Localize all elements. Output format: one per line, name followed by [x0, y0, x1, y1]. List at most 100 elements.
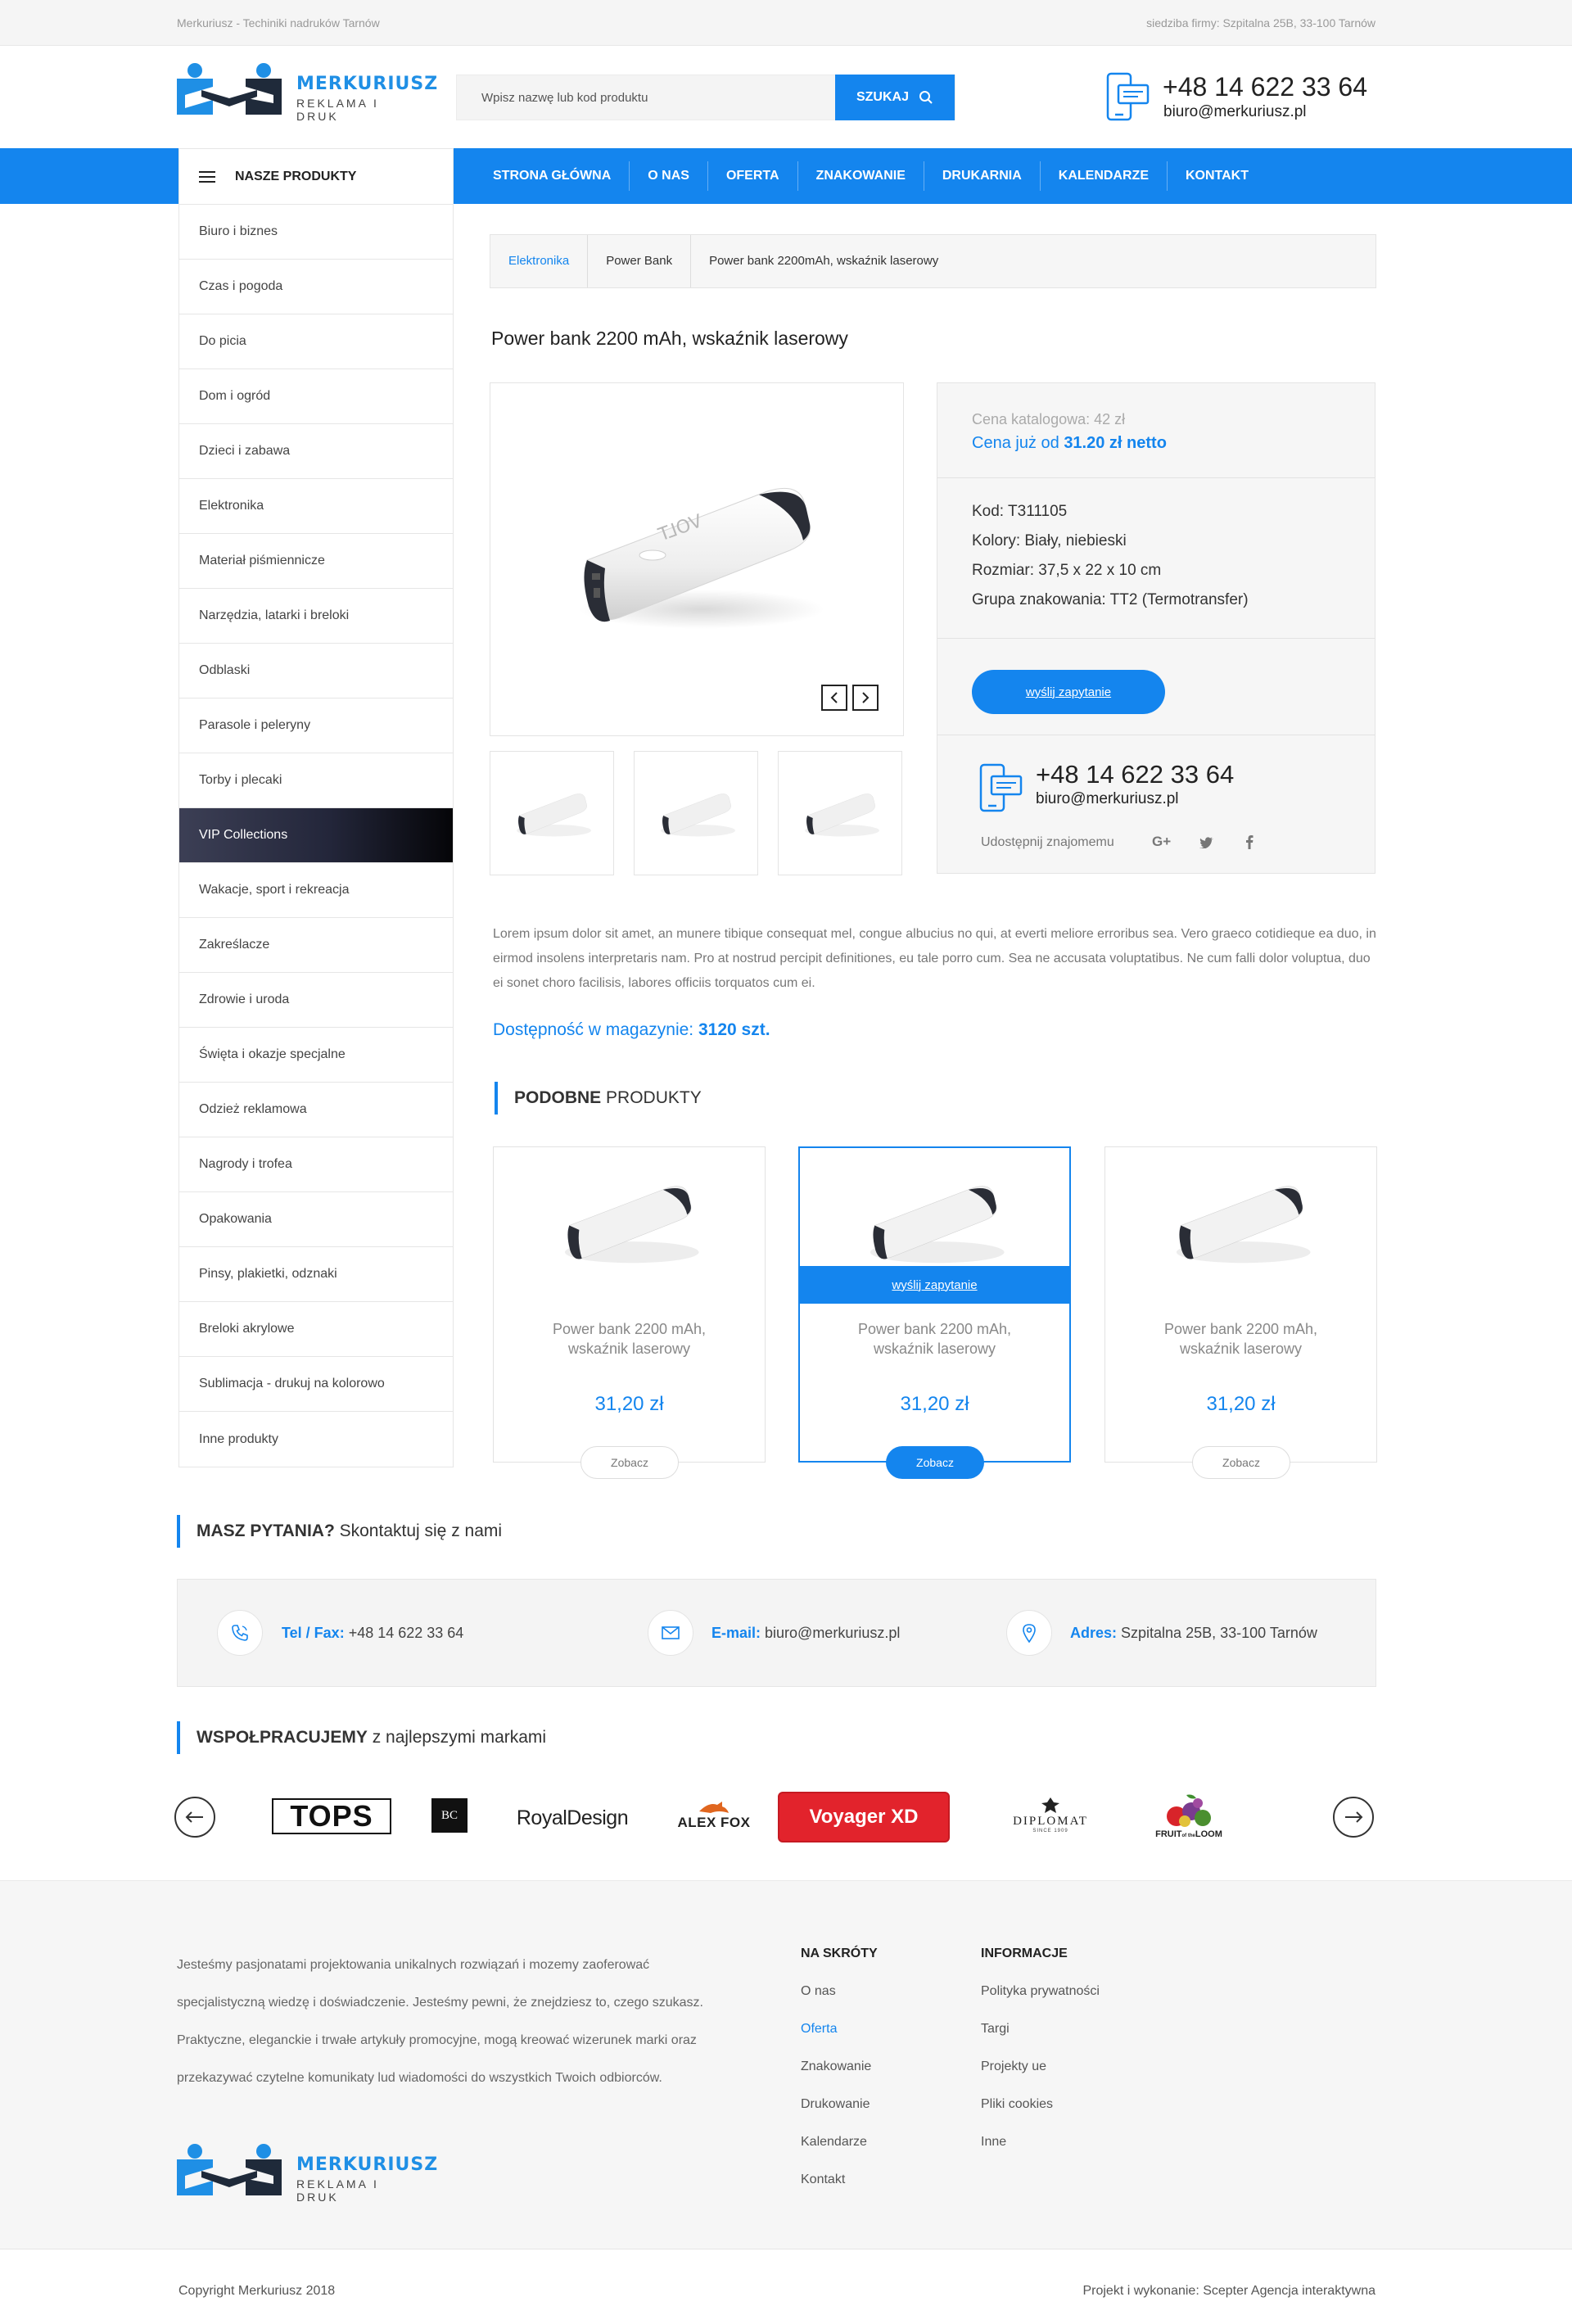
nav-item-marking[interactable]: ZNAKOWANIE: [798, 161, 924, 191]
gallery-next-button[interactable]: [852, 685, 879, 711]
footer-link[interactable]: Targi: [981, 2022, 1100, 2041]
view-product-button[interactable]: Zobacz: [886, 1446, 984, 1479]
sidebar-category-item[interactable]: VIP Collections: [179, 808, 453, 863]
footer-link[interactable]: Oferta: [801, 2022, 878, 2041]
sidebar-category-item[interactable]: Zakreślacze: [179, 918, 453, 973]
search-button[interactable]: SZUKAJ: [835, 75, 955, 120]
sidebar-category-item[interactable]: Czas i pogoda: [179, 260, 453, 314]
google-plus-icon[interactable]: G+: [1152, 834, 1171, 850]
gallery-thumbnail[interactable]: [778, 751, 902, 875]
twitter-icon[interactable]: [1199, 837, 1214, 848]
brands-next-button[interactable]: [1333, 1797, 1374, 1838]
mail-icon: [648, 1610, 693, 1656]
breadcrumb-item[interactable]: Elektronika: [490, 235, 589, 287]
similar-product-card[interactable]: Power bank 2200 mAh, wskaźnik laserowy 3…: [1104, 1146, 1377, 1463]
footer-link[interactable]: Znakowanie: [801, 2059, 878, 2079]
nav-item-home[interactable]: STRONA GŁÓWNA: [475, 161, 630, 191]
similar-products-heading: PODOBNE PRODUKTY: [495, 1082, 702, 1115]
nav-item-offer[interactable]: OFERTA: [708, 161, 798, 191]
footer: Jesteśmy pasjonatami projektowania unika…: [0, 1880, 1572, 2249]
footer-logo[interactable]: MERKURIUSZ REKLAMA I DRUK: [177, 2143, 437, 2204]
sidebar-category-item[interactable]: Opakowania: [179, 1192, 453, 1247]
gallery-prev-button[interactable]: [821, 685, 847, 711]
partners-heading-rest: z najlepszymi markami: [367, 1728, 547, 1747]
sidebar-category-item[interactable]: Biuro i biznes: [179, 205, 453, 260]
sidebar-category-item[interactable]: Odzież reklamowa: [179, 1083, 453, 1137]
contact-address: Adres: Szpitalna 25B, 33-100 Tarnów: [1070, 1625, 1317, 1642]
sidebar-category-item[interactable]: Torby i plecaki: [179, 753, 453, 808]
product-phone[interactable]: +48 14 622 33 64: [1036, 760, 1234, 789]
sidebar-category-item[interactable]: Sublimacja - drukuj na kolorowo: [179, 1357, 453, 1412]
sidebar-category-item[interactable]: Dzieci i zabawa: [179, 424, 453, 479]
power-bank-thumb-image: [661, 794, 735, 837]
breadcrumb-current: Power bank 2200mAh, wskaźnik laserowy: [709, 254, 939, 268]
sidebar-category-item[interactable]: Dom i ogród: [179, 369, 453, 424]
header-email[interactable]: biuro@merkuriusz.pl: [1163, 103, 1307, 121]
similar-heading-rest: PRODUKTY: [601, 1088, 702, 1107]
availability-value: 3120 szt.: [698, 1020, 770, 1039]
header-phone[interactable]: +48 14 622 33 64: [1163, 72, 1367, 102]
footer-link[interactable]: Kalendarze: [801, 2135, 878, 2154]
header-contact: +48 14 622 33 64 biuro@merkuriusz.pl: [1105, 70, 1384, 124]
fruit-bottom: LOOM: [1195, 1829, 1222, 1839]
footer-link[interactable]: Drukowanie: [801, 2097, 878, 2117]
top-bar: Merkuriusz - Techiniki nadruków Tarnów s…: [0, 0, 1572, 46]
similar-product-card[interactable]: wyślij zapytanie Power bank 2200 mAh, ws…: [798, 1146, 1071, 1463]
send-inquiry-button[interactable]: wyślij zapytanie: [972, 670, 1165, 714]
copyright-text: Copyright Merkuriusz 2018: [178, 2284, 336, 2298]
sidebar-category-item[interactable]: Inne produkty: [179, 1412, 453, 1467]
contact-tel-value[interactable]: +48 14 622 33 64: [345, 1625, 464, 1641]
sidebar-category-item[interactable]: Wakacje, sport i rekreacja: [179, 863, 453, 918]
footer-link[interactable]: Projekty ue: [981, 2059, 1100, 2079]
sidebar-category-item[interactable]: Parasole i peleryny: [179, 699, 453, 753]
view-product-button[interactable]: Zobacz: [1192, 1446, 1290, 1479]
breadcrumb-item[interactable]: Power Bank: [588, 235, 692, 287]
main-nav: STRONA GŁÓWNA O NAS OFERTA ZNAKOWANIE DR…: [475, 148, 1267, 204]
sidebar-category-item[interactable]: Zdrowie i uroda: [179, 973, 453, 1028]
footer-link[interactable]: Inne: [981, 2135, 1100, 2154]
location-pin-icon: [1006, 1610, 1052, 1656]
footer-about: Jesteśmy pasjonatami projektowania unika…: [177, 1958, 703, 2085]
sidebar-category-item[interactable]: Nagrody i trofea: [179, 1137, 453, 1192]
phone-icon: [217, 1610, 263, 1656]
sidebar-category-item[interactable]: Breloki akrylowe: [179, 1302, 453, 1357]
gallery-thumbnail[interactable]: [634, 751, 758, 875]
top-bar-tagline: Merkuriusz - Techiniki nadruków Tarnów: [177, 16, 380, 29]
similar-product-card[interactable]: Power bank 2200 mAh, wskaźnik laserowy 3…: [493, 1146, 766, 1463]
questions-heading-bold: MASZ PYTANIA?: [196, 1521, 335, 1540]
similar-product-name: Power bank 2200 mAh, wskaźnik laserowy: [857, 1321, 1012, 1357]
contact-email-value[interactable]: biuro@merkuriusz.pl: [761, 1625, 900, 1641]
facebook-icon[interactable]: [1245, 834, 1254, 849]
nav-item-calendars[interactable]: KALENDARZE: [1041, 161, 1168, 191]
search-input[interactable]: [457, 75, 837, 120]
footer-link[interactable]: Pliki cookies: [981, 2097, 1100, 2117]
availability-label: Dostępność w magazynie:: [493, 1020, 694, 1039]
contact-band: Tel / Fax: +48 14 622 33 64 E-mail: biur…: [177, 1579, 1376, 1687]
nav-item-printing[interactable]: DRUKARNIA: [924, 161, 1041, 191]
sidebar-category-item[interactable]: Elektronika: [179, 479, 453, 534]
footer-link[interactable]: Kontakt: [801, 2173, 878, 2192]
search-icon: [919, 91, 933, 104]
products-menu-label: NASZE PRODUKTY: [235, 169, 357, 183]
footer-link[interactable]: O nas: [801, 1984, 878, 2004]
card-inquiry-overlay[interactable]: wyślij zapytanie: [800, 1266, 1069, 1304]
site-logo[interactable]: MERKURIUSZ REKLAMA I DRUK: [177, 62, 437, 123]
brands-prev-button[interactable]: [174, 1797, 215, 1838]
phone-message-icon: [1106, 72, 1150, 121]
sidebar-category-item[interactable]: Odblaski: [179, 644, 453, 699]
view-product-button[interactable]: Zobacz: [580, 1446, 679, 1479]
sidebar-category-item[interactable]: Materiał piśmiennicze: [179, 534, 453, 589]
credits-text[interactable]: Projekt i wykonanie: Scepter Agencja int…: [1082, 2284, 1376, 2299]
sidebar-category-item[interactable]: Święta i okazje specjalne: [179, 1028, 453, 1083]
gallery-thumbnail[interactable]: [490, 751, 614, 875]
product-title: Power bank 2200 mAh, wskaźnik laserowy: [491, 328, 848, 349]
sidebar-category-item[interactable]: Pinsy, plakietki, odznaki: [179, 1247, 453, 1302]
products-menu-button[interactable]: NASZE PRODUKTY: [178, 148, 454, 204]
nav-item-about[interactable]: O NAS: [630, 161, 708, 191]
sidebar-category-item[interactable]: Narzędzia, latarki i breloki: [179, 589, 453, 644]
nav-item-contact[interactable]: KONTAKT: [1168, 161, 1267, 191]
product-email[interactable]: biuro@merkuriusz.pl: [1036, 790, 1179, 808]
footer-link[interactable]: Polityka prywatności: [981, 1984, 1100, 2004]
price-section: Cena katalogowa: 42 zł Cena już od 31.20…: [937, 383, 1375, 478]
sidebar-category-item[interactable]: Do picia: [179, 314, 453, 369]
